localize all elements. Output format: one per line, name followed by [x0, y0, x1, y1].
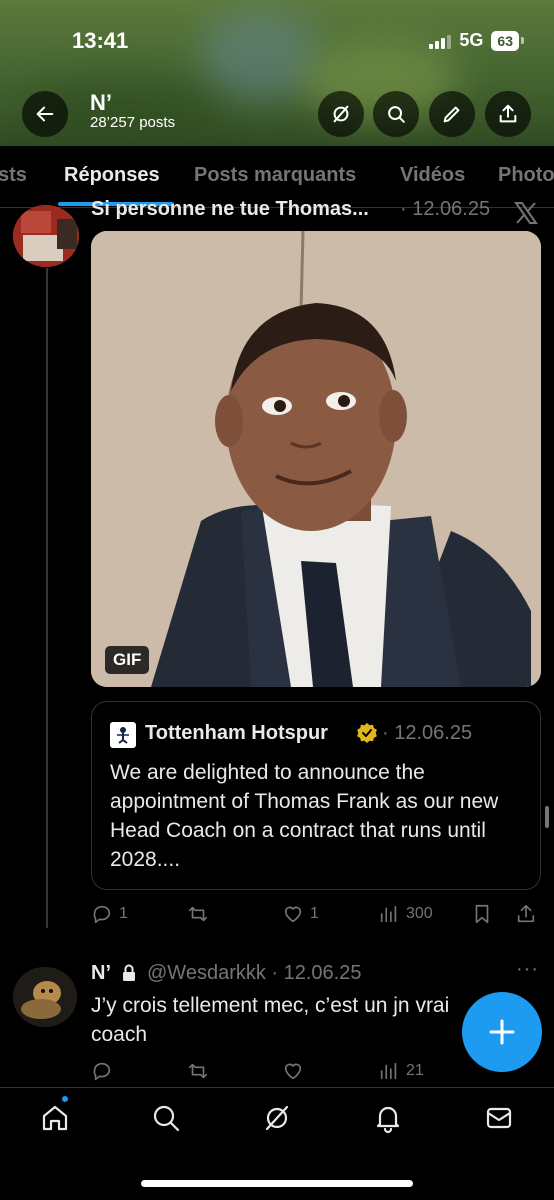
pencil-icon: [443, 106, 460, 123]
post-text-preview: Si personne ne tue Thomas...: [91, 198, 369, 220]
avatar[interactable]: [13, 205, 79, 267]
tab-videos[interactable]: Vidéos: [400, 164, 465, 187]
bookmark-button[interactable]: [471, 903, 493, 925]
heart-icon: [284, 1063, 302, 1080]
mail-icon: [486, 1107, 512, 1129]
view-count: 300: [406, 905, 433, 922]
status-bar-right: 5G 63: [429, 30, 524, 51]
tab-posts[interactable]: sts: [0, 164, 27, 187]
more-options-button[interactable]: ···: [516, 958, 539, 981]
like-button[interactable]: [282, 1060, 304, 1082]
grok-icon: [333, 105, 349, 123]
share-button[interactable]: [485, 91, 531, 137]
home-icon: [42, 1105, 68, 1131]
messages-nav-button[interactable]: [483, 1102, 515, 1134]
repost-icon: [188, 1063, 208, 1079]
share-icon: [499, 104, 517, 123]
home-nav-button[interactable]: [39, 1102, 71, 1134]
view-count: 21: [406, 1062, 424, 1079]
quoted-date: · 12.06.25: [382, 722, 473, 744]
grok-nav-button[interactable]: [261, 1102, 293, 1134]
gif-badge: GIF: [105, 646, 150, 674]
quoted-author-name: Tottenham Hotspur: [145, 722, 328, 744]
heart-icon: [284, 906, 302, 923]
reply-icon: [93, 1062, 111, 1081]
profile-name: N’: [90, 90, 112, 115]
search-icon: [388, 106, 405, 123]
gif-media[interactable]: [91, 231, 541, 687]
verified-gold-badge-icon: [356, 722, 378, 744]
tottenham-logo-icon: [110, 722, 136, 748]
compose-post-button[interactable]: [462, 992, 542, 1072]
like-button[interactable]: 1: [282, 903, 319, 925]
repost-button[interactable]: [187, 1060, 209, 1082]
home-indicator: [141, 1180, 413, 1187]
signal-icon: [429, 33, 452, 49]
arrow-left-icon: [36, 106, 54, 122]
views-chart-icon: [380, 1062, 397, 1080]
notification-dot: [60, 1094, 70, 1104]
views-button[interactable]: 300: [378, 903, 433, 925]
back-button[interactable]: [22, 91, 68, 137]
repost-icon: [188, 906, 208, 922]
edit-button[interactable]: [429, 91, 475, 137]
scrollbar[interactable]: [545, 806, 549, 828]
reply-count: 1: [119, 905, 128, 922]
reply-button[interactable]: [91, 1060, 113, 1082]
views-button[interactable]: 21: [378, 1060, 424, 1082]
plus-icon: [489, 1019, 515, 1045]
author-handle: @Wesdarkkk · 12.06.25: [147, 962, 362, 984]
notifications-nav-button[interactable]: [372, 1102, 404, 1134]
search-button[interactable]: [373, 91, 419, 137]
lock-icon: [120, 963, 138, 988]
status-time: 13:41: [72, 28, 129, 53]
post-count: 28’257 posts: [90, 114, 176, 131]
post-date: · 12.06.25: [400, 198, 491, 220]
thread-line: [46, 268, 48, 928]
views-chart-icon: [380, 905, 397, 923]
like-count: 1: [310, 905, 319, 922]
reply-button[interactable]: 1: [91, 903, 128, 925]
quoted-text: We are delighted to announce the appoint…: [110, 761, 499, 871]
bookmark-icon: [475, 904, 489, 924]
x-logo-icon: [514, 202, 538, 224]
tab-photos[interactable]: Photo: [498, 164, 554, 187]
repost-button[interactable]: [187, 903, 215, 925]
post-text: J’y crois tellement mec, c’est un jn vra…: [91, 994, 450, 1046]
share-icon: [517, 904, 535, 923]
tab-highlights[interactable]: Posts marquants: [194, 164, 356, 187]
battery-level: 63: [491, 30, 519, 51]
reply-icon: [93, 905, 111, 924]
grok-button[interactable]: [318, 91, 364, 137]
bell-icon: [376, 1106, 400, 1134]
search-icon: [153, 1105, 180, 1132]
search-nav-button[interactable]: [150, 1102, 182, 1134]
battery-icon: 63: [491, 30, 524, 51]
author-name: N’: [91, 962, 111, 984]
post-share-button[interactable]: [515, 903, 537, 925]
network-label: 5G: [459, 30, 484, 50]
tab-replies[interactable]: Réponses: [64, 164, 160, 187]
grok-icon: [265, 1105, 289, 1131]
avatar[interactable]: [13, 967, 77, 1027]
